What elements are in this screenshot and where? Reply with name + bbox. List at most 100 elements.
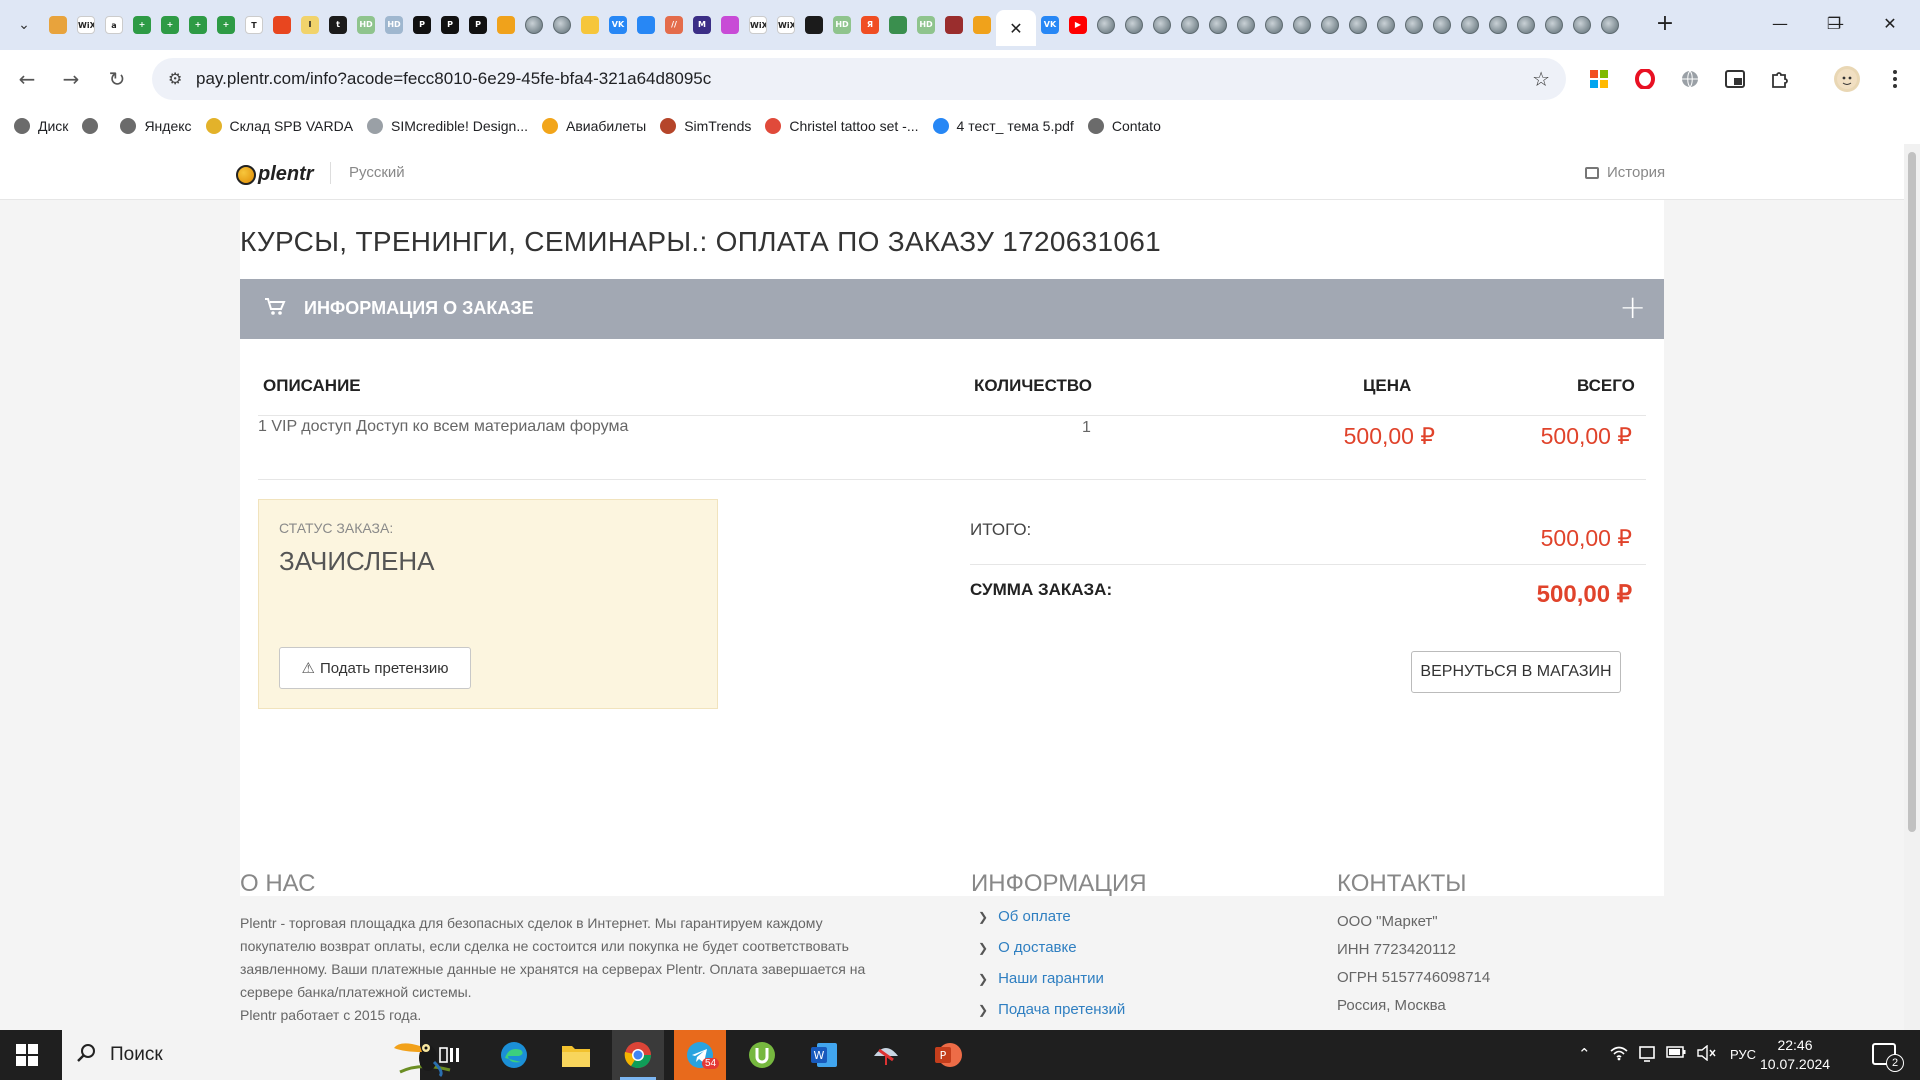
tab-globe[interactable]: [1204, 12, 1232, 38]
powerpoint-icon[interactable]: P: [922, 1030, 974, 1080]
system-clock[interactable]: 22:46 10.07.2024: [1760, 1036, 1830, 1074]
tab-globe[interactable]: [1260, 12, 1288, 38]
tab-hd[interactable]: HD: [912, 12, 940, 38]
wifi-icon[interactable]: [1610, 1045, 1628, 1065]
tab-vk[interactable]: VK: [604, 12, 632, 38]
tab-note[interactable]: [576, 12, 604, 38]
new-tab-button[interactable]: +: [1652, 12, 1678, 38]
tab-globe[interactable]: [1372, 12, 1400, 38]
word-icon[interactable]: W: [798, 1030, 850, 1080]
reload-icon[interactable]: ↻: [102, 64, 132, 94]
tab-gallery[interactable]: [44, 12, 72, 38]
taskbar-search[interactable]: Поиск: [62, 1030, 451, 1080]
tab-youtube[interactable]: ▶: [1064, 12, 1092, 38]
input-language[interactable]: РУС: [1730, 1047, 1756, 1062]
close-tab-icon[interactable]: ✕: [1009, 19, 1022, 38]
volume-muted-icon[interactable]: [1696, 1044, 1716, 1065]
bookmark-item[interactable]: Авиабилеты: [542, 112, 646, 140]
tab-globe[interactable]: [1428, 12, 1456, 38]
tab-globe[interactable]: [1484, 12, 1512, 38]
network-icon[interactable]: [1638, 1045, 1656, 1067]
tab-notion[interactable]: P: [408, 12, 436, 38]
bookmark-item[interactable]: 4 тест_ тема 5.pdf: [932, 112, 1074, 140]
picture-in-picture-icon[interactable]: [1724, 68, 1746, 90]
bookmark-item[interactable]: Склад SPB VARDA: [205, 112, 353, 140]
microsoft-extension-icon[interactable]: [1588, 68, 1610, 90]
tab-chat[interactable]: [632, 12, 660, 38]
tab-globe[interactable]: [1092, 12, 1120, 38]
tab-slash[interactable]: //: [660, 12, 688, 38]
profile-avatar-icon[interactable]: [1834, 66, 1860, 92]
tab-colorful[interactable]: [716, 12, 744, 38]
bookmark-item[interactable]: SimTrends: [660, 112, 751, 140]
tab-hd[interactable]: HD: [380, 12, 408, 38]
bookmark-item[interactable]: [82, 112, 106, 140]
bookmark-item[interactable]: Contato: [1087, 112, 1161, 140]
tab-globe[interactable]: [1316, 12, 1344, 38]
tab-globe[interactable]: [1540, 12, 1568, 38]
tab-notion[interactable]: P: [464, 12, 492, 38]
tab-notion[interactable]: P: [436, 12, 464, 38]
tab-a[interactable]: a: [100, 12, 128, 38]
tab-feather[interactable]: [940, 12, 968, 38]
task-view-icon[interactable]: [424, 1030, 476, 1080]
footer-info-link[interactable]: ❯ Подача претензий: [978, 1001, 1125, 1018]
browser-menu-icon[interactable]: [1884, 68, 1906, 90]
tab-globe[interactable]: [1148, 12, 1176, 38]
app-umbrella-icon[interactable]: [860, 1030, 912, 1080]
back-to-shop-button[interactable]: ВЕРНУТЬСЯ В МАГАЗИН: [1411, 651, 1621, 693]
restore-window-button[interactable]: ❐: [1814, 10, 1854, 38]
tab-yandex[interactable]: Я: [856, 12, 884, 38]
tab-green-plus[interactable]: +: [184, 12, 212, 38]
tab-wix[interactable]: WiX: [744, 12, 772, 38]
tab-globe[interactable]: [1120, 12, 1148, 38]
bookmark-item[interactable]: Диск: [14, 112, 68, 140]
order-info-bar[interactable]: ИНФОРМАЦИЯ О ЗАКАЗЕ +: [240, 279, 1664, 339]
history-link[interactable]: История: [1585, 164, 1665, 181]
bookmark-item[interactable]: SIMcredible! Design...: [367, 112, 528, 140]
tab-mail[interactable]: [492, 12, 520, 38]
close-window-button[interactable]: ✕: [1870, 10, 1910, 38]
tab-globe[interactable]: [1596, 12, 1624, 38]
footer-info-link[interactable]: ❯ Об оплате: [978, 908, 1071, 925]
tab-globe[interactable]: [1568, 12, 1596, 38]
bookmark-item[interactable]: Яндекс: [120, 112, 192, 140]
tray-chevron-up-icon[interactable]: ⌃: [1578, 1045, 1591, 1063]
active-tab[interactable]: ✕: [996, 10, 1036, 46]
tab-vk[interactable]: VK: [1036, 12, 1064, 38]
tab-flame[interactable]: [268, 12, 296, 38]
tab-globe[interactable]: [1232, 12, 1260, 38]
tab-tumblr[interactable]: t: [324, 12, 352, 38]
tab-text-cursor[interactable]: I: [296, 12, 324, 38]
back-arrow-icon[interactable]: ←: [12, 64, 42, 94]
tab-globe[interactable]: [1400, 12, 1428, 38]
tab-globe[interactable]: [1176, 12, 1204, 38]
tab-globe[interactable]: [548, 12, 576, 38]
battery-icon[interactable]: [1666, 1045, 1686, 1062]
tab-t-circle[interactable]: T: [240, 12, 268, 38]
tab-wix[interactable]: WiX: [772, 12, 800, 38]
tab-dark-site[interactable]: [800, 12, 828, 38]
tab-globe[interactable]: [1344, 12, 1372, 38]
tab-m[interactable]: M: [688, 12, 716, 38]
tab-globe[interactable]: [520, 12, 548, 38]
tab-globe[interactable]: [1288, 12, 1316, 38]
language-selector[interactable]: Русский: [349, 164, 405, 181]
utorrent-icon[interactable]: [736, 1030, 788, 1080]
tab-wix[interactable]: WiX: [72, 12, 100, 38]
tab-search-button[interactable]: ⌄: [10, 12, 38, 38]
tab-book[interactable]: [884, 12, 912, 38]
tab-globe[interactable]: [1456, 12, 1484, 38]
site-settings-icon[interactable]: ⚙: [168, 69, 182, 88]
url-text[interactable]: pay.plentr.com/info?acode=fecc8010-6e29-…: [196, 69, 711, 89]
telegram-icon[interactable]: 54: [674, 1030, 726, 1080]
forward-arrow-icon[interactable]: →: [56, 64, 86, 94]
vpn-globe-icon[interactable]: [1679, 68, 1701, 90]
extensions-puzzle-icon[interactable]: [1769, 68, 1791, 90]
footer-info-link[interactable]: ❯ О доставке: [978, 939, 1077, 956]
opera-extension-icon[interactable]: [1634, 68, 1656, 90]
scrollbar-thumb[interactable]: [1908, 152, 1916, 832]
bookmark-item[interactable]: Christel tattoo set -...: [765, 112, 919, 140]
tab-globe[interactable]: [1512, 12, 1540, 38]
windows-start-icon[interactable]: [16, 1044, 38, 1066]
